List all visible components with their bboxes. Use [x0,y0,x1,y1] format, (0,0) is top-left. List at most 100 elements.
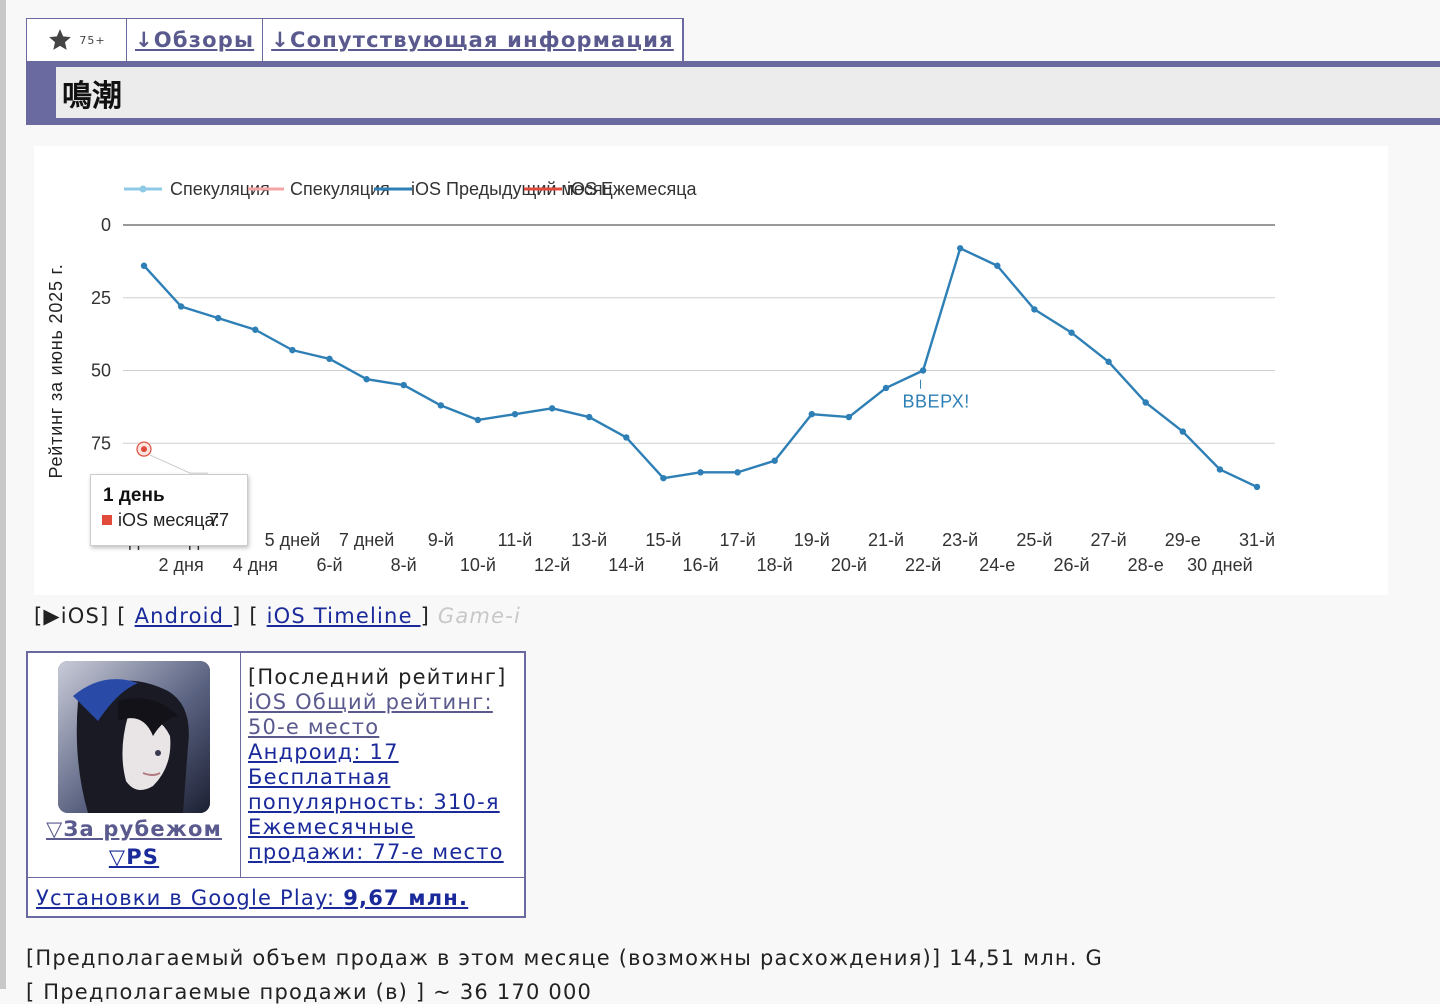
ios-overall-link-1[interactable]: iOS Общий рейтинг: [248,690,506,715]
legend-label: Ежемесяца [601,179,698,199]
data-point-ios [697,469,704,476]
tooltip-connector [149,454,208,474]
overseas-link[interactable]: ▽За рубежом [46,817,222,841]
x-tick-label: 12-й [534,555,570,575]
android-rank-link[interactable]: Андроид: 17 [248,740,506,765]
info-table: ▽За рубежом ▽PS [Последний рейтинг] iOS … [26,651,526,918]
google-play-link[interactable]: Установки в Google Play: 9,67 млн. [36,886,468,910]
info-bottom-cell: Установки в Google Play: 9,67 млн. [28,877,524,917]
data-point-ios [400,381,407,389]
monthly-sales-link-2[interactable]: продажи: 77-е место [248,840,506,865]
favorite-count: 75+ [79,33,106,47]
legend-marker-speculation [139,185,147,193]
free-popularity-link-2[interactable]: популярность: 310-я [248,790,506,815]
google-play-installs: Установки в Google Play: 9,67 млн. [36,886,468,910]
series-line-ios [143,247,1258,488]
ps-link[interactable]: ▽PS [109,845,159,869]
data-point-ios [252,326,259,333]
x-tick-label: 23-й [942,530,978,550]
estimated-total-line: [ Предполагаемые продажи (в) ] ~ 36 170 … [26,980,593,1004]
annotation-label: ВВЕРХ! [903,392,970,412]
x-tick-label: 18-й [757,555,793,575]
x-tick-label: 27-й [1091,530,1127,550]
x-tick-label: 28-е [1128,555,1164,575]
x-tick-label: 25-й [1016,530,1052,550]
info-right-cell: [Последний рейтинг] iOS Общий рейтинг: 5… [241,653,524,877]
data-point-ios [1142,399,1149,406]
data-point-ios [994,262,1001,269]
data-point-ios [1031,306,1038,313]
related-info-link[interactable]: ↓Сопутствующая информация [271,28,674,52]
ios-timeline-link[interactable]: iOS Timeline [267,604,421,628]
data-point-ios [1216,466,1224,473]
data-point-ios [437,402,444,409]
data-point-ios [1068,329,1075,336]
free-popularity-link-1[interactable]: Бесплатная [248,765,506,790]
monthly-sales-link-1[interactable]: Ежемесячные [248,815,506,840]
data-point-ios [177,303,185,310]
platform-end: ] [420,604,430,628]
estimated-sales-line: [Предполагаемый объем продаж в этом меся… [26,946,1104,970]
x-tick-label: 16-й [682,555,718,575]
data-point-ios [660,474,667,482]
data-point-ios [215,314,222,322]
data-point-ios [1179,428,1187,435]
tooltip-swatch [102,515,112,525]
top-tabs: 75+ ↓Обзоры ↓Сопутствующая информация [26,18,684,61]
x-tick-label: 4 дня [233,555,278,575]
favorite-tab[interactable]: 75+ [27,19,127,61]
data-point-ios [957,245,964,252]
y-tick-label: 25 [91,288,111,308]
x-tick-label: 6-й [316,555,342,575]
data-point-ios [586,413,593,421]
x-tick-label: 17-й [720,530,756,550]
x-tick-label: 24-е [979,555,1015,575]
info-left-cell: ▽За рубежом ▽PS [28,653,241,877]
x-tick-label: 11-й [498,530,533,550]
overseas-cell: ▽За рубежом [28,817,240,841]
x-tick-label: 13-й [571,530,607,550]
star-icon [49,29,72,50]
x-tick-label: 19-й [794,530,830,550]
chart-tooltip: 1 день iOS месяца: 77 [90,474,248,546]
tooltip-label: iOS месяца: [118,510,220,530]
google-play-value: 9,67 млн. [343,886,469,910]
x-tick-label: 31-й [1239,530,1275,550]
game-i-link: Game-i [437,604,521,628]
x-tick-label: 7 дней [339,530,395,550]
data-point-ios [289,346,296,354]
ps-cell: ▽PS [28,845,240,869]
legend-label: iOS [411,179,441,199]
android-link[interactable]: Android [135,604,232,628]
google-play-label: Установки в Google Play: [36,886,344,910]
ios-overall-link-2[interactable]: 50-е место [248,715,506,740]
app-icon[interactable] [58,661,210,813]
data-point-ios [734,469,741,476]
data-point-ios [771,457,778,464]
x-tick-label: 10-й [460,555,496,575]
legend-label: iOS [567,179,597,199]
platform-links: [▶iOS] [ Android ] [ iOS Timeline ] Game… [34,604,521,628]
x-tick-label: 22-й [905,555,941,575]
y-tick-label: 0 [101,215,111,235]
data-point-ios [363,376,370,383]
x-tick-label: 5 дней [265,530,321,550]
x-tick-label: 21-й [868,530,904,550]
latest-ranking-header: [Последний рейтинг] [248,665,507,689]
page-title: 鳴潮 [62,78,122,114]
x-tick-label: 29-е [1165,530,1201,550]
y-tick-label: 50 [91,361,111,381]
latest-ranking: [Последний рейтинг] iOS Общий рейтинг: 5… [248,665,506,865]
title-panel: 鳴潮 [56,67,1440,118]
data-point-ios [1253,483,1261,491]
x-tick-label: 20-й [831,555,867,575]
x-tick-label: 15-й [645,530,681,550]
reviews-link[interactable]: ↓Обзоры [135,28,254,52]
data-point-ios [919,367,927,374]
data-point-ios [548,405,556,412]
data-point-ios [511,410,519,418]
x-tick-label: 30 дней [1187,555,1253,575]
data-point-ios [140,262,148,269]
tab-reviews: ↓Обзоры [127,19,264,61]
x-tick-label: 26-й [1053,555,1089,575]
